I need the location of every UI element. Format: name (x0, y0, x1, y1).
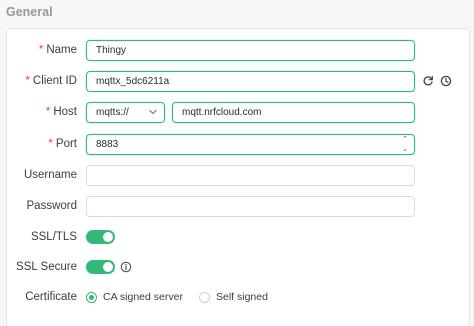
radio-self-signed-label[interactable]: Self signed (216, 290, 268, 304)
protocol-select[interactable]: mqtts:// (86, 102, 165, 123)
ssl-tls-toggle[interactable] (86, 230, 115, 244)
port-label: * Port (0, 134, 77, 154)
radio-ca-signed[interactable] (86, 292, 97, 303)
required-mark: * (48, 138, 53, 150)
info-icon[interactable] (120, 261, 132, 273)
section-title: General (6, 5, 53, 19)
host-label: * Host (0, 102, 77, 122)
radio-ca-signed-label[interactable]: CA signed server (103, 290, 183, 304)
name-input[interactable]: Thingy (86, 40, 415, 61)
password-label: Password (26, 200, 78, 212)
protocol-select-value: mqtts:// (96, 107, 129, 118)
toggle-knob (103, 232, 113, 242)
required-mark: * (25, 75, 30, 87)
client-id-label: * Client ID (0, 71, 77, 91)
client-id-label-text: Client ID (32, 75, 77, 87)
port-stepper[interactable]: ⌃ ⌄ (400, 136, 410, 153)
name-label: * Name (0, 40, 77, 60)
username-label: Username (23, 169, 77, 181)
ssl-secure-label: SSL Secure (16, 261, 77, 273)
username-input[interactable] (86, 165, 415, 186)
chevron-down-icon (149, 109, 157, 115)
name-label-text: Name (46, 44, 77, 56)
host-label-text: Host (53, 106, 77, 118)
certificate-label: Certificate (25, 291, 77, 303)
toggle-knob (103, 262, 113, 272)
ssl-tls-label: SSL/TLS (30, 231, 77, 243)
required-mark: * (45, 106, 51, 118)
refresh-icon[interactable] (422, 75, 434, 87)
stepper-up-icon[interactable]: ⌃ (402, 136, 408, 143)
port-input-value: 8883 (96, 139, 119, 150)
client-id-input[interactable]: mqttx_5dc6211a (86, 71, 415, 92)
host-input[interactable]: mqtt.nrfcloud.com (172, 102, 415, 123)
ssl-secure-toggle[interactable] (86, 260, 115, 274)
stepper-down-icon[interactable]: ⌄ (402, 146, 408, 153)
clock-icon[interactable] (440, 75, 452, 87)
port-input[interactable]: 8883 ⌃ ⌄ (86, 134, 415, 155)
password-input[interactable] (86, 196, 415, 217)
port-label-text: Port (55, 138, 77, 150)
required-mark: * (38, 44, 44, 56)
radio-self-signed[interactable] (199, 292, 210, 303)
